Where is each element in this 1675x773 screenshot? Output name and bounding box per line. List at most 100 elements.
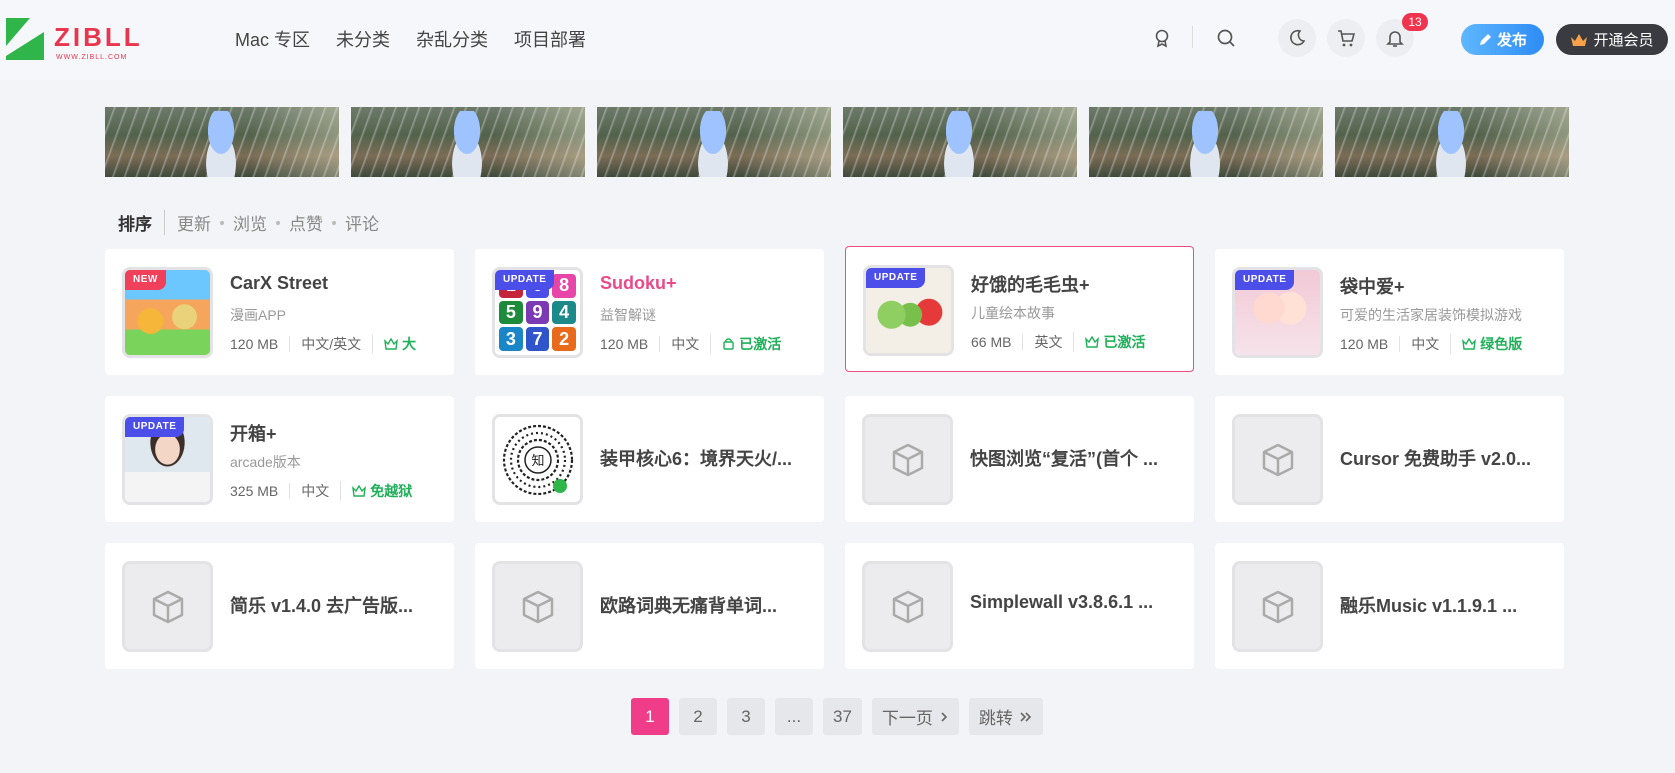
android-icon [723, 337, 734, 350]
logo-icon [6, 18, 44, 60]
banner-image[interactable] [1089, 107, 1323, 177]
publish-button[interactable]: 发布 [1461, 24, 1544, 55]
crown-icon [1462, 338, 1477, 350]
post-card[interactable]: 168594372 UPDATE Sudoku+ 益智解谜 120 MB 中文 … [475, 249, 824, 375]
post-title[interactable]: Cursor 免费助手 v2.0... [1340, 445, 1531, 471]
banner-image[interactable] [843, 107, 1077, 177]
post-thumbnail[interactable] [1232, 414, 1323, 505]
update-tag: UPDATE [866, 268, 926, 288]
notification-count-badge: 13 [1402, 13, 1428, 31]
post-card[interactable]: UPDATE 好饿的毛毛虫+ 儿童绘本故事 66 MB 英文 已激活 [845, 246, 1194, 372]
post-card[interactable]: Simplewall v3.8.6.1 ... [845, 543, 1194, 669]
banner-image[interactable] [105, 107, 339, 177]
post-card[interactable]: UPDATE 开箱+ arcade版本 325 MB 中文 免越狱 [105, 396, 454, 522]
post-title[interactable]: 开箱+ [230, 420, 277, 446]
post-card[interactable]: 简乐 v1.4.0 去广告版... [105, 543, 454, 669]
post-card[interactable]: 欧路词典无痛背单词... [475, 543, 824, 669]
banner-image[interactable] [351, 107, 585, 177]
site-header: ZIBLL WWW.ZIBLL.COM Mac 专区 未分类 杂乱分类 项目部署… [0, 0, 1675, 80]
post-meta: 120 MB 中文/英文 大 [230, 334, 440, 354]
update-tag: UPDATE [125, 417, 185, 437]
search-icon[interactable] [1209, 21, 1243, 55]
post-thumbnail[interactable] [122, 561, 213, 652]
post-thumbnail[interactable] [492, 561, 583, 652]
box-icon [1262, 443, 1293, 476]
sudoku-cell: 5 [499, 300, 523, 325]
pagination: 1 2 3 ... 37 下一页 跳转 [631, 698, 1043, 735]
post-category: 儿童绘本故事 [971, 305, 1055, 321]
crown-icon [1571, 33, 1588, 46]
vip-button[interactable]: 开通会员 [1556, 24, 1668, 55]
moon-icon[interactable] [1278, 19, 1316, 57]
jump-page-button[interactable]: 跳转 [968, 698, 1043, 735]
nav-item-mac[interactable]: Mac 专区 [235, 26, 310, 52]
status-badge: 绿色版 [1462, 334, 1522, 354]
post-title[interactable]: 快图浏览“复活”(首个 ... [970, 445, 1158, 471]
status-badge: 免越狱 [352, 481, 412, 501]
post-title[interactable]: 袋中爱+ [1340, 273, 1405, 299]
nav-item-misc[interactable]: 杂乱分类 [416, 26, 488, 52]
post-title[interactable]: 装甲核心6：境界天火/... [600, 445, 792, 471]
badge-icon[interactable] [1145, 21, 1179, 55]
post-card[interactable]: 融乐Music v1.1.9.1 ... [1215, 543, 1564, 669]
post-title[interactable]: 好饿的毛毛虫+ [971, 271, 1090, 297]
sort-option-views[interactable]: 浏览 [233, 210, 267, 235]
post-title[interactable]: 欧路词典无痛背单词... [600, 592, 777, 618]
sort-option-updated[interactable]: 更新 [177, 210, 211, 235]
post-card[interactable]: 知 装甲核心6：境界天火/... [475, 396, 824, 522]
post-meta: 120 MB 中文 绿色版 [1340, 334, 1550, 354]
vip-label: 开通会员 [1593, 32, 1654, 49]
post-card[interactable]: Cursor 免费助手 v2.0... [1215, 396, 1564, 522]
status-badge: 已激活 [722, 334, 781, 354]
file-size: 66 MB [971, 334, 1024, 350]
nav-item-uncategorized[interactable]: 未分类 [336, 26, 390, 52]
sort-option-comments[interactable]: 评论 [345, 210, 379, 235]
language: 中文 [301, 481, 342, 501]
post-title[interactable]: Simplewall v3.8.6.1 ... [970, 592, 1153, 613]
post-thumbnail[interactable]: UPDATE [1232, 267, 1323, 358]
page-button[interactable]: 2 [679, 698, 717, 735]
file-size: 120 MB [1340, 336, 1401, 352]
post-card[interactable]: 快图浏览“复活”(首个 ... [845, 396, 1194, 522]
post-title[interactable]: CarX Street [230, 273, 328, 294]
logo-text: ZIBLL [54, 22, 143, 52]
page-button-last[interactable]: 37 [823, 698, 862, 735]
post-thumbnail[interactable] [1232, 561, 1323, 652]
post-card[interactable]: UPDATE 袋中爱+ 可爱的生活家居装饰模拟游戏 120 MB 中文 绿色版 [1215, 249, 1564, 375]
post-category: 益智解谜 [600, 307, 656, 323]
nav-item-deploy[interactable]: 项目部署 [514, 26, 586, 52]
new-tag: NEW [125, 270, 166, 290]
post-thumbnail[interactable]: 知 [492, 414, 583, 505]
post-thumbnail[interactable]: NEW [122, 267, 213, 358]
sudoku-cell: 4 [552, 300, 576, 325]
cart-icon[interactable] [1327, 19, 1365, 57]
language: 中文 [671, 334, 712, 354]
page-button-current[interactable]: 1 [631, 698, 669, 735]
next-page-button[interactable]: 下一页 [871, 698, 959, 735]
post-category: arcade版本 [230, 454, 301, 470]
post-thumbnail[interactable]: 168594372 UPDATE [492, 267, 583, 358]
language: 中文/英文 [301, 334, 374, 354]
pencil-icon [1479, 33, 1491, 45]
post-title[interactable]: 简乐 v1.4.0 去广告版... [230, 592, 413, 618]
post-title[interactable]: Sudoku+ [600, 273, 677, 294]
post-thumbnail[interactable]: UPDATE [122, 414, 213, 505]
post-thumbnail[interactable]: UPDATE [863, 265, 954, 356]
sort-bar: 排序 更新 浏览 点赞 评论 [118, 210, 379, 235]
page-button[interactable]: 3 [727, 698, 765, 735]
publish-label: 发布 [1496, 32, 1527, 49]
post-title[interactable]: 融乐Music v1.1.9.1 ... [1340, 592, 1517, 618]
post-card[interactable]: NEW CarX Street 漫画APP 120 MB 中文/英文 大 [105, 249, 454, 375]
post-thumbnail[interactable] [862, 561, 953, 652]
crown-icon [1085, 336, 1100, 348]
post-thumbnail[interactable] [862, 414, 953, 505]
status-badge: 大 [384, 334, 416, 354]
banner-image[interactable] [1335, 107, 1569, 177]
site-logo[interactable]: ZIBLL WWW.ZIBLL.COM [4, 16, 154, 64]
post-meta: 120 MB 中文 已激活 [600, 334, 810, 354]
banner-image[interactable] [597, 107, 831, 177]
box-icon [152, 590, 183, 623]
file-size: 120 MB [230, 336, 291, 352]
sort-option-likes[interactable]: 点赞 [289, 210, 323, 235]
sudoku-cell: 3 [499, 327, 523, 351]
